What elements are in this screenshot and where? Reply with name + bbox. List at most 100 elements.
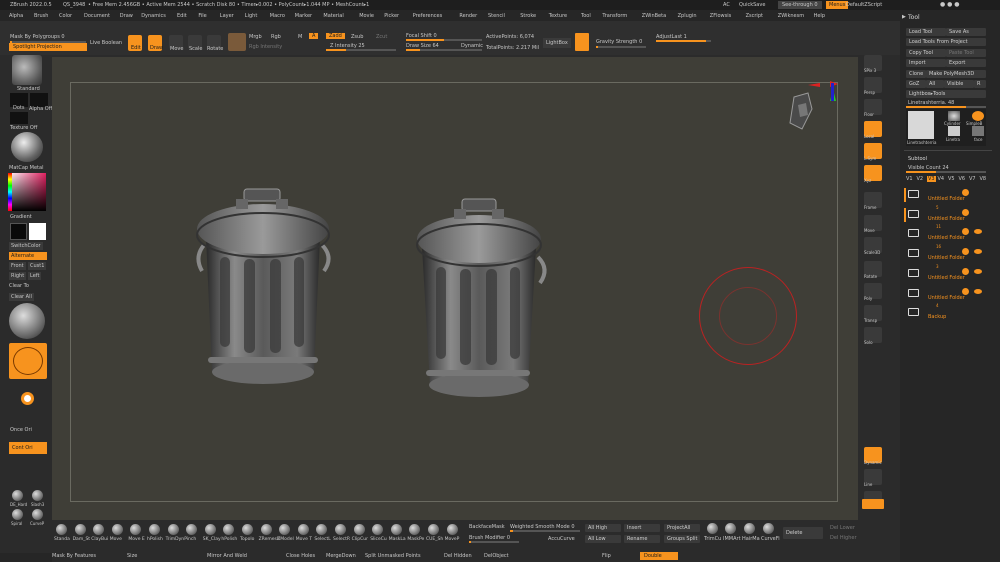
viewport-canvas[interactable] [52,57,858,520]
weighted-smooth-track[interactable] [510,530,580,532]
visible-button[interactable]: Visible [944,80,974,88]
delete-button[interactable]: Delete [783,527,823,539]
shelf-extra-button[interactable] [862,499,884,509]
folder-name[interactable]: Backup [928,314,946,320]
copy-tool-button[interactable]: Copy Tool [906,49,946,57]
subtool-folder-row[interactable]: 3 Untitled Folder [906,264,992,283]
menu-item-brush[interactable]: Brush [34,13,48,19]
default-zscript[interactable]: DefaultZScript [846,2,882,8]
brush-move-t-icon[interactable] [297,524,309,535]
lightbox-tools-button[interactable]: Lightbox▸Tools [906,90,986,98]
folder-gear-icon[interactable] [962,208,969,216]
gravity-track[interactable] [596,46,646,48]
gradient-label[interactable]: Gradient [10,214,32,220]
lightbox-button[interactable]: LightBox [543,38,571,48]
r-button[interactable]: R [974,80,986,88]
clear-all-button[interactable]: Clear All [9,293,34,301]
subtool-header[interactable]: Subtool [908,156,927,162]
hue-strip[interactable] [8,173,12,211]
all-high-button[interactable]: All High [585,524,621,532]
texture-off-icon[interactable] [10,112,28,124]
standard-brush-icon[interactable] [12,55,42,85]
project-all-button[interactable]: ProjectAll [664,524,700,532]
navigation-gizmo-icon[interactable] [780,79,842,141]
dam-standard-brush-icon[interactable] [12,490,23,501]
import-button[interactable]: Import [906,59,946,67]
mask-by-features-button[interactable]: Mask By Features [52,553,96,559]
menu-item-texture[interactable]: Texture [549,13,567,19]
visibility-tab-v7[interactable]: V7 [969,176,976,182]
folder-icon[interactable] [908,288,919,297]
visibility-tab-v1[interactable]: V1 [906,176,913,182]
brush-trimdyn-icon[interactable] [167,524,179,535]
brush-selectr-icon[interactable] [335,524,346,535]
rgb-button[interactable]: Rgb [271,34,281,40]
all-low-button[interactable]: All Low [585,535,621,543]
export-button[interactable]: Export [946,59,986,67]
menu-item-material[interactable]: Material [323,13,343,19]
switchcolor-button[interactable]: SwitchColor [9,242,43,250]
menu-item-render[interactable]: Render [459,13,477,19]
subtool-folder-row[interactable]: 5 Untitled Folder [904,205,992,224]
folder-gear-icon[interactable] [962,248,969,256]
all-button[interactable]: All [926,80,944,88]
rename-button[interactable]: Rename [624,535,660,543]
brush-dam-st-icon[interactable] [74,524,86,535]
alternate-button[interactable]: Alternate [9,252,47,260]
brush-clipcur-icon[interactable] [353,524,365,535]
window-controls-icon[interactable]: ● ● ● [940,1,960,8]
mask-by-polygroups-slider[interactable]: Mask By Polygroups 0 [10,34,65,40]
face-thumbnail-icon[interactable] [972,126,984,136]
focal-shift-track[interactable] [406,39,482,41]
folder-name[interactable]: Untitled Folder [928,216,965,222]
right-button[interactable]: Right [9,272,27,280]
merge-down-button[interactable]: MergeDown [326,553,356,559]
a-button[interactable]: A [309,33,319,39]
trash-can-right[interactable] [412,185,562,415]
zsub-button[interactable]: Zsub [351,34,363,40]
brush-zremesh-icon[interactable] [260,524,272,535]
visibility-tab-v2[interactable]: V2 [917,176,924,182]
subtool-folder-row[interactable]: 11 Untitled Folder [906,224,992,243]
menu-item-marker[interactable]: Marker [295,13,312,19]
menu-item-file[interactable]: File [198,13,206,19]
curvefill-brush-icon[interactable] [763,523,774,534]
folder-icon[interactable] [908,229,919,238]
gravity-icon[interactable] [575,33,589,51]
cylinder-thumbnail-icon[interactable] [948,111,960,121]
simplebrush-thumbnail-icon[interactable] [972,111,984,121]
draw-size-preview-icon[interactable] [9,343,47,379]
load-tools-from-project-button[interactable]: Load Tools From Project [906,38,986,46]
double-button[interactable]: Double [640,552,678,560]
current-tool-thumbnail-icon[interactable] [908,111,934,139]
secondary-color-swatch[interactable] [29,223,46,240]
spotlight-projection-button[interactable]: Spotlight Projection [9,43,87,51]
folder-eye-icon[interactable] [974,288,982,294]
menu-item-tool[interactable]: Tool [581,13,591,19]
visibility-tab-v3[interactable]: V3 [927,176,936,182]
close-holes-button[interactable]: Close Holes [286,553,315,559]
folder-icon[interactable] [908,308,919,317]
menu-item-color[interactable]: Color [59,13,72,19]
brush-standa-icon[interactable] [56,524,67,535]
cust1-button[interactable]: Cust1 [28,262,47,270]
mirror-and-weld-button[interactable]: Mirror And Weld [207,553,247,559]
imm-brush-icon[interactable] [725,523,736,534]
menu-item-movie[interactable]: Movie [359,13,374,19]
brush-maskla-icon[interactable] [390,524,402,535]
brush-hpolish-icon[interactable] [223,524,235,535]
menu-item-zflowsis[interactable]: ZFlowsis [710,13,731,19]
brush-zmodel-icon[interactable] [279,524,291,535]
goz-button[interactable]: GoZ [906,80,926,88]
subtool-folder-row[interactable]: 16 Untitled Folder [906,244,992,263]
trash-can-left[interactable] [192,167,342,397]
menu-item-alpha[interactable]: Alpha [9,13,23,19]
brush-maskpe-icon[interactable] [409,524,421,535]
brush-move-e-icon[interactable] [130,524,142,535]
paste-tool-button[interactable]: Paste Tool [946,49,986,57]
brush-modifier-track[interactable] [469,541,519,543]
del-hidden-button[interactable]: Del Hidden [444,553,472,559]
save-as-button[interactable]: Save As [946,28,986,36]
adjust-last-track[interactable] [656,40,711,42]
menu-item-stroke[interactable]: Stroke [520,13,536,19]
